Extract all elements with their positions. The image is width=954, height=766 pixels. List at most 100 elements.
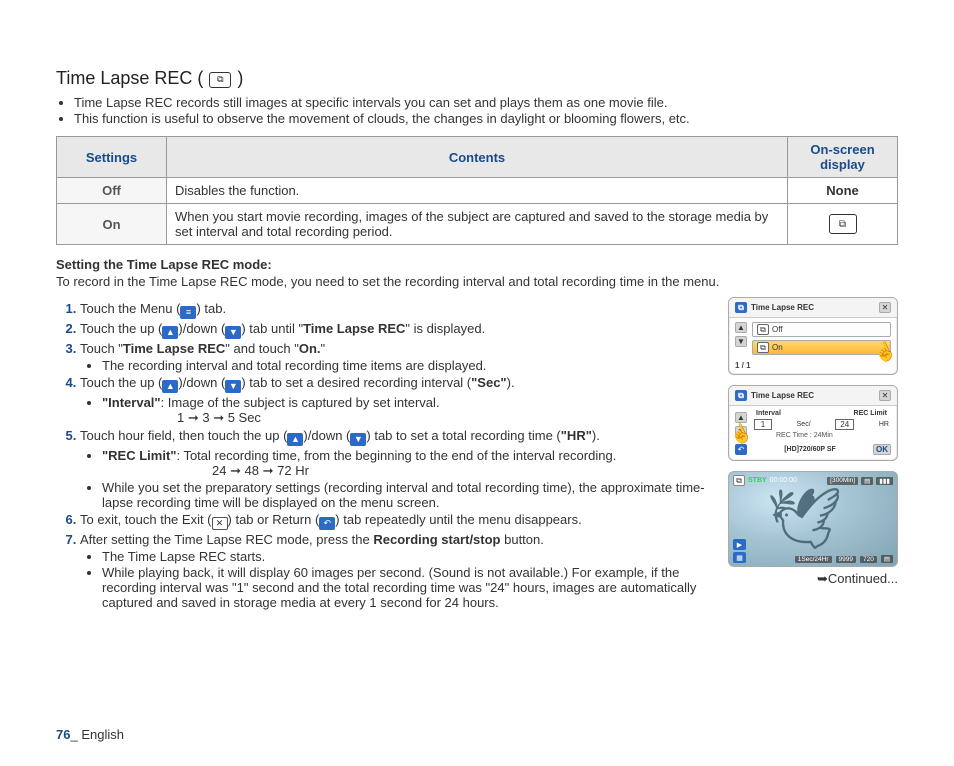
up-arrow-icon: ▲ (162, 326, 178, 339)
close-icon[interactable]: ✕ (879, 390, 891, 401)
bold-text: Time Lapse REC (123, 341, 225, 356)
page-number: 76 (56, 727, 70, 742)
thumbnail-button[interactable]: ▦ (733, 552, 746, 563)
bold-text: "HR" (561, 428, 592, 443)
sec-unit: Sec/ (797, 421, 811, 428)
bold-text: "Interval" (102, 395, 161, 410)
reclimit-sequence: 24 ➞ 48 ➞ 72 Hr (102, 463, 718, 479)
page-footer: 76_ English (56, 727, 124, 742)
intro-item: Time Lapse REC records still images at s… (74, 95, 898, 110)
setting-display: None (788, 178, 898, 204)
section-title: Time Lapse REC ( ⧉ ) (56, 68, 898, 89)
bold-text: Recording start/stop (373, 532, 500, 547)
bold-text: Time Lapse REC (303, 321, 405, 336)
menu-panel-list: ⧉ Time Lapse REC ✕ ▲ ▼ ⧉ Off ⧉ (728, 297, 898, 375)
ok-button[interactable]: OK (873, 444, 891, 455)
subtitle: Setting the Time Lapse REC mode: (56, 257, 898, 272)
up-arrow-icon: ▲ (287, 433, 303, 446)
title-text: Time Lapse REC ( (56, 68, 203, 89)
display-none-text: None (826, 183, 859, 198)
playback-panel: 🕊 ⧉ STBY 00:00:00 [300Min] ▤ ▮▮▮ ▶ ▦ (728, 471, 898, 567)
step-3-sub: The recording interval and total recordi… (102, 358, 718, 373)
menu-item-label: Off (772, 325, 783, 334)
bold-text: On. (299, 341, 321, 356)
interval-label: Interval (756, 410, 781, 417)
page-language: English (81, 727, 124, 742)
menu-title: Time Lapse REC (751, 391, 814, 400)
intro-item: This function is useful to observe the m… (74, 111, 898, 126)
menu-item-on[interactable]: ⧉ On (752, 340, 891, 355)
steps-list: Touch the Menu (≡) tab. Touch the up (▲)… (56, 301, 718, 610)
step-5-note: While you set the preparatory settings (… (102, 480, 718, 510)
camcorder-icon: ⧉ (735, 302, 747, 313)
page-indicator: 1 / 1 (729, 359, 897, 374)
setting-desc: Disables the function. (167, 178, 788, 204)
up-arrow-button[interactable]: ▲ (735, 322, 747, 333)
setting-name: On (57, 204, 167, 245)
step-5: Touch hour field, then touch the up (▲)/… (80, 428, 718, 510)
down-arrow-button[interactable]: ▼ (735, 426, 747, 437)
step-1: Touch the Menu (≡) tab. (80, 301, 718, 319)
menu-panel-interval: ⧉ Time Lapse REC ✕ ▲ ▼ Interval REC Limi… (728, 385, 898, 461)
setting-desc: When you start movie recording, images o… (167, 204, 788, 245)
reclimit-label: REC Limit (854, 410, 887, 417)
timelapse-display-icon: ⧉ (829, 214, 857, 234)
camcorder-icon: ⧉ (735, 390, 747, 401)
setting-name: Off (57, 178, 167, 204)
col-settings: Settings (57, 137, 167, 178)
down-arrow-icon: ▼ (350, 433, 366, 446)
table-row: Off Disables the function. None (57, 178, 898, 204)
play-button[interactable]: ▶ (733, 539, 746, 550)
subtitle-desc: To record in the Time Lapse REC mode, yo… (56, 274, 898, 289)
menu-icon: ≡ (180, 306, 196, 319)
down-arrow-button[interactable]: ▼ (735, 336, 747, 347)
off-icon: ⧉ (757, 324, 769, 335)
battery-icon: ▮▮▮ (876, 477, 893, 485)
elapsed-time: 00:00:00 (770, 477, 797, 484)
memory-icon: ▤ (881, 555, 893, 563)
col-contents: Contents (167, 137, 788, 178)
interval-sequence: 1 ➞ 3 ➞ 5 Sec (102, 410, 718, 426)
table-row: On When you start movie recording, image… (57, 204, 898, 245)
step-2: Touch the up (▲)/down (▼) tab until "Tim… (80, 321, 718, 339)
title-paren-close: ) (237, 68, 243, 89)
rec-time: REC Time : 24Min (752, 432, 891, 439)
storage-icon: ▤ (861, 477, 873, 485)
on-icon: ⧉ (757, 342, 769, 353)
frame-count: 9999 (836, 556, 856, 563)
setting-display: ⧉ (788, 204, 898, 245)
step-4-sub: "Interval": Image of the subject is capt… (102, 395, 718, 426)
continued-indicator: ➥Continued... (728, 571, 898, 587)
remaining-time: [300Min] (827, 477, 858, 485)
up-arrow-icon: ▲ (162, 380, 178, 393)
reclimit-value[interactable]: 24 (835, 419, 854, 430)
stby-indicator: STBY (748, 477, 767, 484)
down-arrow-icon: ▼ (225, 326, 241, 339)
bold-text: "Sec" (471, 375, 506, 390)
step-7: After setting the Time Lapse REC mode, p… (80, 532, 718, 610)
timelapse-camcorder-icon: ⧉ (209, 72, 231, 88)
close-icon[interactable]: ✕ (879, 302, 891, 313)
format-label: [HD]720/60P SF (784, 446, 836, 453)
settings-table: Settings Contents On-screen display Off … (56, 136, 898, 245)
menu-item-off[interactable]: ⧉ Off (752, 322, 891, 337)
exit-icon: ✕ (212, 517, 228, 530)
step-7-sub: While playing back, it will display 60 i… (102, 565, 718, 610)
camcorder-mode-icon: ⧉ (733, 475, 745, 486)
step-5-sub: "REC Limit": Total recording time, from … (102, 448, 718, 479)
hr-unit: HR (879, 421, 889, 428)
bold-text: "REC Limit" (102, 448, 176, 463)
step-6: To exit, touch the Exit (✕) tab or Retur… (80, 512, 718, 530)
menu-item-label: On (772, 343, 783, 352)
step-4: Touch the up (▲)/down (▼) tab to set a d… (80, 375, 718, 426)
step-3: Touch "Time Lapse REC" and touch "On." T… (80, 341, 718, 373)
col-display: On-screen display (788, 137, 898, 178)
step-7-sub: The Time Lapse REC starts. (102, 549, 718, 564)
quality-icon: 720 (860, 556, 877, 563)
menu-title: Time Lapse REC (751, 303, 814, 312)
interval-indicator: 1Sec/24Hr (795, 556, 832, 563)
down-arrow-icon: ▼ (225, 380, 241, 393)
return-icon: ↶ (319, 517, 335, 530)
interval-value[interactable]: 1 (754, 419, 772, 430)
intro-list: Time Lapse REC records still images at s… (56, 95, 898, 126)
